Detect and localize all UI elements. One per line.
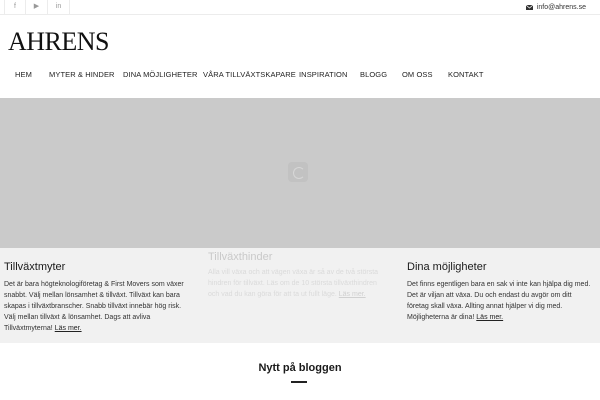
feature-tillvaxthinder: Tillväxthinder Alla vill växa och att vä…	[208, 248, 388, 300]
feature-text: Alla vill växa och att vägen växa är så …	[208, 269, 379, 298]
nav-item-myter-hinder[interactable]: MYTER & HINDER	[49, 70, 115, 79]
nav-item-kontakt[interactable]: KONTAKT	[448, 70, 484, 79]
top-bar: f ▶ in info@ahrens.se	[0, 0, 600, 15]
nav-item-hem[interactable]: HEM	[15, 70, 32, 79]
heading-divider	[291, 381, 307, 383]
feature-title: Dina möjligheter	[407, 261, 487, 273]
site-logo[interactable]: AHRENS	[8, 29, 110, 55]
envelope-icon	[525, 4, 533, 10]
linkedin-icon[interactable]: in	[48, 0, 70, 14]
feature-text: Det finns egentligen bara en sak vi inte…	[407, 281, 591, 321]
social-links: f ▶ in	[0, 0, 70, 14]
facebook-icon[interactable]: f	[4, 0, 26, 14]
feature-tillvaxtmyter: Tillväxtmyter Det är bara högteknologifö…	[4, 248, 194, 334]
email-link[interactable]: info@ahrens.se	[537, 4, 586, 11]
youtube-icon[interactable]: ▶	[26, 0, 48, 14]
nav-item-inspiration[interactable]: INSPIRATION	[299, 70, 347, 79]
feature-title: Tillväxtmyter	[4, 261, 66, 273]
read-more-link[interactable]: Läs mer.	[339, 291, 366, 298]
feature-text: Det är bara högteknologiföretag & First …	[4, 281, 184, 332]
blog-section-heading: Nytt på bloggen	[258, 362, 342, 374]
loading-spinner-icon	[288, 162, 308, 182]
nav-item-blogg[interactable]: BLOGG	[360, 70, 387, 79]
nav-item-om-oss[interactable]: OM OSS	[402, 70, 433, 79]
feature-title: Tillväxthinder	[208, 251, 273, 263]
feature-dina-mojligheter: Dina möjligheter Det finns egentligen ba…	[407, 248, 592, 323]
read-more-link[interactable]: Läs mer.	[476, 314, 503, 321]
read-more-link[interactable]: Läs mer.	[55, 325, 82, 332]
main-navigation: HEM MYTER & HINDER DINA MÖJLIGHETER VÅRA…	[0, 64, 600, 84]
contact-email[interactable]: info@ahrens.se	[525, 0, 586, 14]
nav-item-vara-tillvaxtskapare[interactable]: VÅRA TILLVÄXTSKAPARE	[203, 70, 296, 79]
nav-item-dina-mojligheter[interactable]: DINA MÖJLIGHETER	[123, 70, 198, 79]
